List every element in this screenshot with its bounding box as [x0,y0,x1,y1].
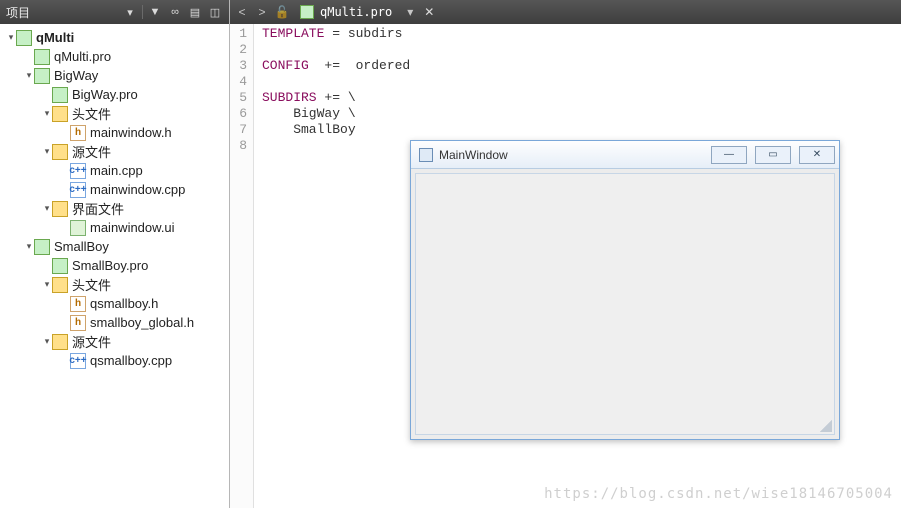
tree-item-label: 源文件 [72,332,111,351]
h-icon: h [70,315,86,331]
tree-item-label: main.cpp [90,163,143,178]
folder-icon [52,201,68,217]
tree-item-label: 头文件 [72,104,111,123]
file-qt-icon [300,5,314,19]
tree-item-label: mainwindow.cpp [90,182,185,197]
code-text[interactable]: TEMPLATE = subdirs CONFIG += ordered SUB… [254,24,410,508]
tree-item[interactable]: c++ main.cpp [0,161,229,180]
line-gutter: 12345678 [230,24,254,508]
expand-arrow-icon[interactable]: ▾ [24,70,34,81]
tree-item-label: SmallBoy.pro [72,258,148,273]
tree-item-label: mainwindow.ui [90,220,175,235]
tree-item[interactable]: qMulti.pro [0,47,229,66]
qt-icon [52,258,68,274]
project-tree[interactable]: ▾qMultiqMulti.pro▾BigWayBigWay.pro▾头文件hm… [0,24,229,508]
tree-item[interactable]: BigWay.pro [0,85,229,104]
expand-arrow-icon[interactable]: ▾ [42,146,52,157]
minimize-button[interactable]: — [711,146,747,164]
app-title: MainWindow [439,148,703,162]
tree-item-label: BigWay [54,68,98,83]
folder-icon [52,106,68,122]
folder-icon [52,144,68,160]
tree-item[interactable]: ▾ qMulti [0,28,229,47]
h-icon: h [70,125,86,141]
tree-item-label: 源文件 [72,142,111,161]
app-icon [419,148,433,162]
lock-icon[interactable]: 🔓 [274,5,290,19]
tree-item[interactable]: h smallboy_global.h [0,313,229,332]
editor-tab-filename: qMulti.pro [320,5,392,19]
tree-item-label: qsmallboy.cpp [90,353,172,368]
qt-icon [34,68,50,84]
expand-arrow-icon[interactable]: ▾ [42,203,52,214]
qt-icon [52,87,68,103]
tree-item-label: SmallBoy [54,239,109,254]
tab-close-icon[interactable]: ✕ [422,5,436,19]
tree-item[interactable]: ▾ 源文件 [0,332,229,351]
sidebar-header: 项目 ▾ ▼ ∞ ▤ ◫ [0,0,229,24]
app-client-area[interactable] [415,173,835,435]
tree-item[interactable]: h mainwindow.h [0,123,229,142]
tree-item[interactable]: ▾ 源文件 [0,142,229,161]
tree-item-label: 头文件 [72,275,111,294]
tree-item[interactable]: h qsmallboy.h [0,294,229,313]
link-icon[interactable]: ∞ [167,6,183,18]
tab-dropdown-icon[interactable]: ▾ [402,5,418,19]
tree-item-label: BigWay.pro [72,87,138,102]
nav-back-icon[interactable]: < [234,5,250,19]
tree-item[interactable]: ▾ 头文件 [0,104,229,123]
qt-icon [34,49,50,65]
tree-item[interactable]: c++ qsmallboy.cpp [0,351,229,370]
tree-item[interactable]: ▾ SmallBoy [0,237,229,256]
expand-arrow-icon[interactable]: ▾ [24,241,34,252]
split-h-icon[interactable]: ▤ [187,6,203,19]
folder-icon [52,277,68,293]
tree-item[interactable]: c++ mainwindow.cpp [0,180,229,199]
qt-icon [16,30,32,46]
expand-arrow-icon[interactable]: ▾ [42,108,52,119]
close-button[interactable]: ✕ [799,146,835,164]
tree-item-label: mainwindow.h [90,125,172,140]
dropdown-icon[interactable]: ▾ [122,6,138,19]
tree-item-label: 界面文件 [72,199,124,218]
sidebar-title: 项目 [6,4,118,21]
expand-arrow-icon[interactable]: ▾ [42,279,52,290]
project-sidebar: 项目 ▾ ▼ ∞ ▤ ◫ ▾ qMulti qMulti.pro ▾ BigWay Big… [0,0,230,508]
cpp-icon: c++ [70,182,86,198]
ui-icon [70,220,86,236]
tree-item[interactable]: ▾ 头文件 [0,275,229,294]
nav-fwd-icon[interactable]: > [254,5,270,19]
tree-item[interactable]: ▾ BigWay [0,66,229,85]
tree-item[interactable]: SmallBoy.pro [0,256,229,275]
h-icon: h [70,296,86,312]
expand-arrow-icon[interactable]: ▾ [42,336,52,347]
tree-item-label: qMulti [36,30,74,45]
cpp-icon: c++ [70,163,86,179]
resize-grip-icon[interactable] [820,420,832,432]
tree-item[interactable]: ▾ 界面文件 [0,199,229,218]
running-app-window[interactable]: MainWindow — ▭ ✕ [410,140,840,440]
tree-item-label: qsmallboy.h [90,296,158,311]
qt-icon [34,239,50,255]
tree-item[interactable]: mainwindow.ui [0,218,229,237]
expand-arrow-icon[interactable]: ▾ [6,32,16,43]
filter-icon[interactable]: ▼ [147,6,163,18]
cpp-icon: c++ [70,353,86,369]
tree-item-label: qMulti.pro [54,49,111,64]
split-v-icon[interactable]: ◫ [207,6,223,19]
maximize-button[interactable]: ▭ [755,146,791,164]
editor-tab[interactable]: qMulti.pro [294,2,398,22]
app-titlebar[interactable]: MainWindow — ▭ ✕ [411,141,839,169]
tree-item-label: smallboy_global.h [90,315,194,330]
folder-icon [52,334,68,350]
editor-tabbar: < > 🔓 qMulti.pro ▾ ✕ [230,0,901,24]
